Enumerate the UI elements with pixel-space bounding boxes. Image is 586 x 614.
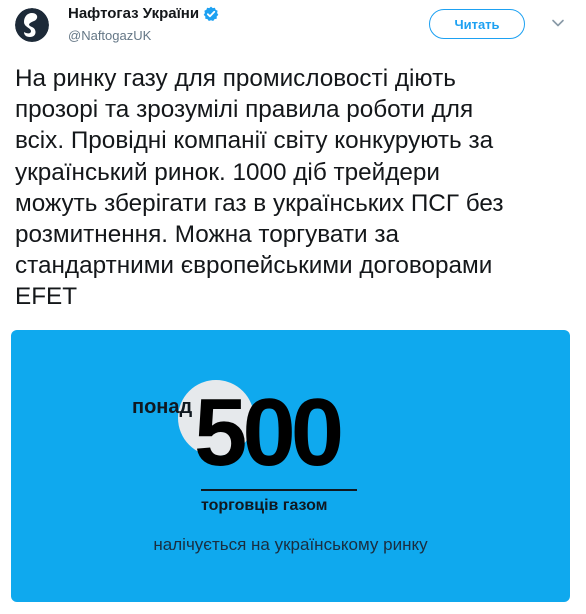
card-caption: налічується на українському ринку xyxy=(153,535,428,554)
card-big-number: 500 xyxy=(194,379,344,486)
media-card[interactable]: понад 500 торговців газом налічується на… xyxy=(11,330,570,602)
card-divider xyxy=(201,489,357,491)
card-label: торговців газом xyxy=(201,497,328,514)
account-handle[interactable]: @NaftogazUK xyxy=(68,27,219,45)
tweet-container: Нафтогаз України @NaftogazUK Читать На р… xyxy=(0,0,586,614)
naftogaz-logo-icon[interactable] xyxy=(15,8,49,42)
follow-button[interactable]: Читать xyxy=(429,9,525,39)
verified-badge-icon xyxy=(203,6,219,22)
account-info: Нафтогаз України @NaftogazUK xyxy=(68,4,219,45)
tweet-text: На ринку газу для промисловості діють пр… xyxy=(15,65,504,311)
display-name-row: Нафтогаз України xyxy=(68,4,219,24)
card-prefix: понад xyxy=(132,396,193,418)
display-name[interactable]: Нафтогаз України xyxy=(68,4,199,24)
chevron-down-icon[interactable] xyxy=(549,14,567,32)
